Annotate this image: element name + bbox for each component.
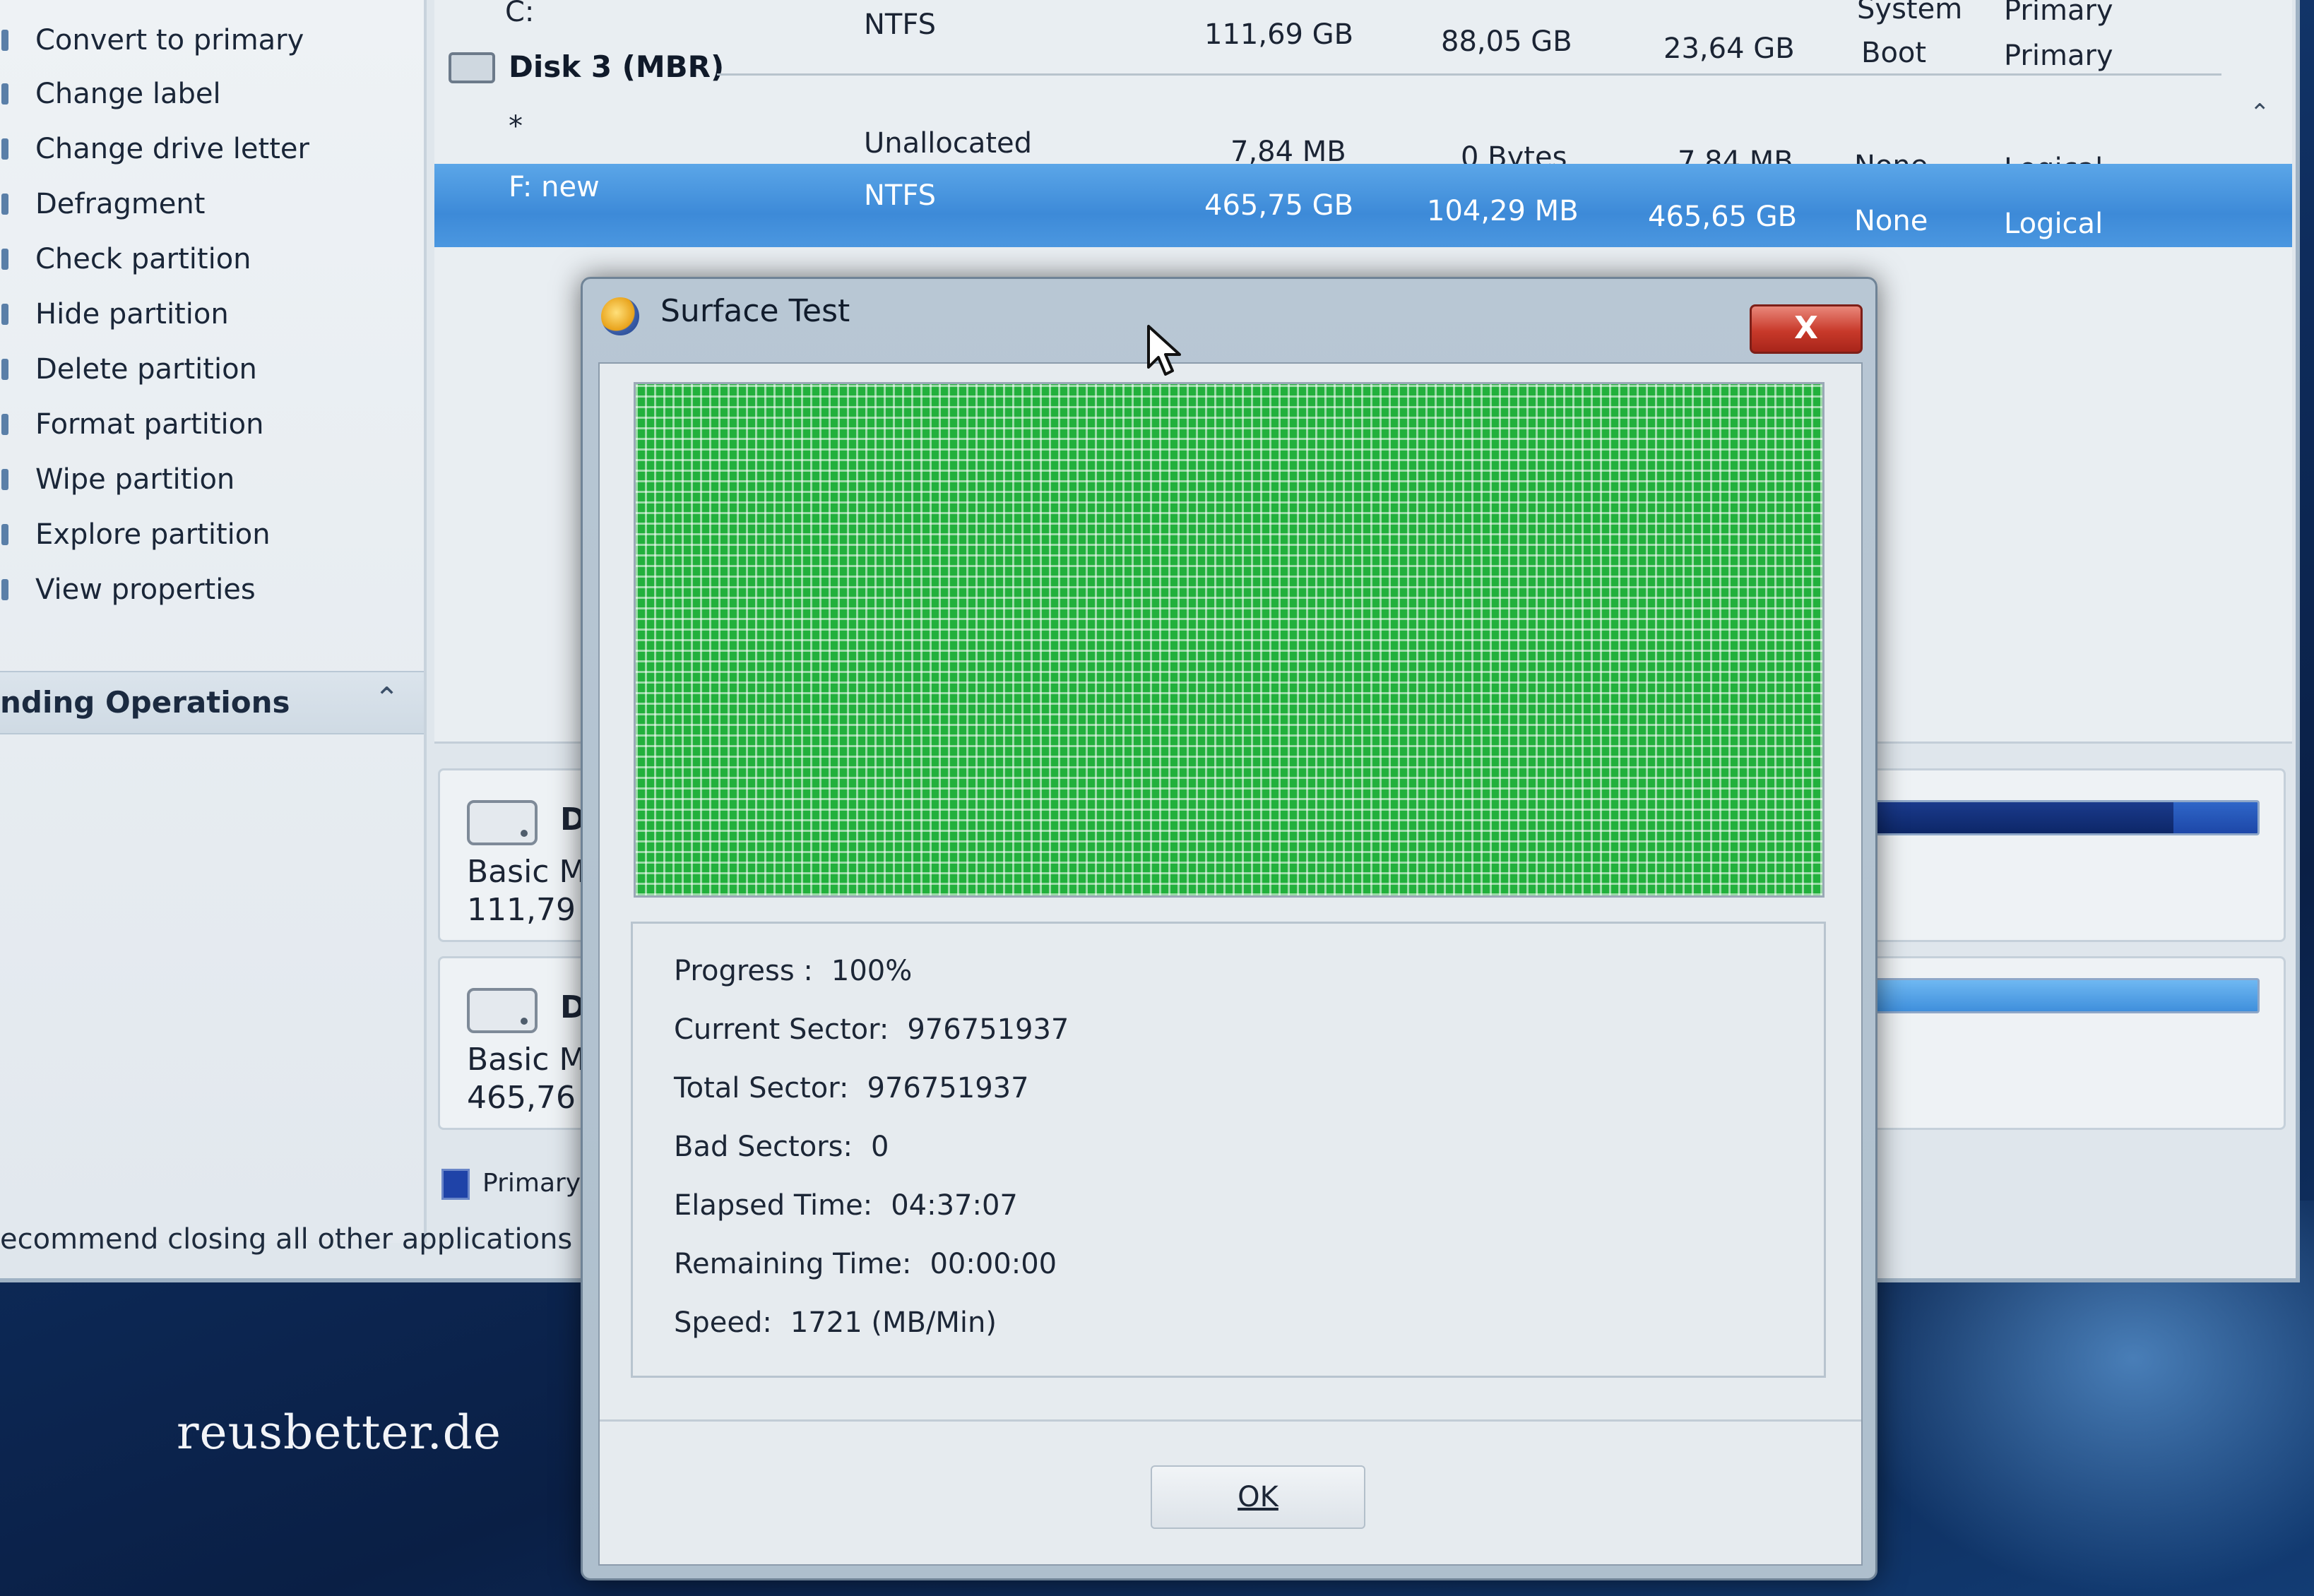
test-info-panel: Progress :100% Current Sector: 976751937 … [631,922,1826,1378]
unused: 23,64 GB [1663,32,1795,65]
total-sector-label: Total Sector: [674,1072,849,1104]
flag-partial: System [1857,0,1963,25]
total-sector-row: Total Sector: 976751937 [674,1072,1029,1104]
disk-separator [717,73,2221,76]
disk-3-label[interactable]: Disk 3 (MBR) [509,49,724,84]
ok-button[interactable]: OK [1151,1465,1365,1529]
sidebar-item-delete-partition[interactable]: Delete partition [1,345,257,394]
remaining-time-row: Remaining Time: 00:00:00 [674,1248,1057,1280]
sidebar-item-format-partition[interactable]: Format partition [1,400,263,449]
sidebar-item-view-properties[interactable]: View properties [1,565,256,614]
bad-sectors-row: Bad Sectors: 0 [674,1131,889,1163]
remaining-time-value: 00:00:00 [930,1248,1057,1280]
sidebar-item-wipe-partition[interactable]: Wipe partition [1,455,235,504]
sidebar-item-check-partition[interactable]: Check partition [1,234,251,284]
elapsed-time-value: 04:37:07 [891,1189,1018,1222]
dialog-separator [600,1419,1861,1422]
sidebar-item-explore-partition[interactable]: Explore partition [1,510,271,559]
type-partial: Primary [2004,0,2113,27]
sidebar-item-hide-partition[interactable]: Hide partition [1,290,229,339]
flag: Boot [1861,37,1927,69]
progress-label: Progress : [674,955,813,987]
current-sector-label: Current Sector: [674,1013,889,1046]
partition-name: F: new [509,171,600,203]
elapsed-time-row: Elapsed Time: 04:37:07 [674,1189,1018,1222]
used: 104,29 MB [1427,195,1579,227]
speed-value: 1721 (MB/Min) [790,1306,997,1339]
partition-name: C: [505,0,535,28]
file-system: Unallocated [864,127,1033,160]
mouse-pointer-icon [1147,325,1181,376]
partition-name: * [509,110,523,143]
sector-map-grid [634,382,1825,898]
total-sector-value: 976751937 [867,1072,1029,1104]
watermark-text: reusbetter.de [177,1405,502,1460]
hard-disk-icon [467,800,538,845]
disk-usage-bar[interactable] [1874,978,2260,1013]
legend: Primary [441,1169,581,1200]
sidebar-item-convert-to-primary[interactable]: Convert to primary [1,16,304,65]
type: Logical [2004,208,2104,240]
scroll-up-icon[interactable]: ⌃ [2250,99,2270,127]
surface-test-dialog: Surface Test X Progress : 100% Current Se… [581,277,1877,1580]
speed-row: Speed: 1721 (MB/Min) [674,1306,997,1339]
remaining-time-label: Remaining Time: [674,1248,912,1280]
close-button[interactable]: X [1750,304,1863,354]
disk-size: 111,79 [467,892,576,928]
current-sector-row: Current Sector: 976751937 [674,1013,1069,1046]
current-sector-value: 976751937 [907,1013,1069,1046]
used: 88,05 GB [1441,25,1572,58]
sidebar-item-change-label[interactable]: Change label [1,69,221,119]
bad-sectors-value: 0 [870,1131,889,1163]
unused: 465,65 GB [1648,201,1798,233]
disk-size: 465,76 [467,1080,576,1116]
hard-disk-icon [467,988,538,1033]
progress-row: Progress : 100% [674,955,912,987]
legend-primary-label: Primary [482,1169,581,1198]
speed-label: Speed: [674,1306,772,1339]
disk-usage-fill [1876,802,2174,833]
progress-value: 100% [831,955,913,987]
dialog-title: Surface Test [660,293,850,329]
status-bar-text: ecommend closing all other applications … [0,1223,586,1256]
collapse-chevron-icon[interactable]: ⌃ [374,681,399,715]
pending-operations-header[interactable]: nding Operations ⌃ [0,671,424,734]
elapsed-time-label: Elapsed Time: [674,1189,873,1222]
type: Primary [2004,40,2113,72]
file-system: NTFS [864,8,937,41]
sidebar-item-defragment[interactable]: Defragment [1,179,205,229]
flag: None [1854,205,1928,237]
disk-usage-bar[interactable] [1874,800,2260,835]
legend-primary-swatch [441,1169,470,1200]
dialog-body: Progress :100% Current Sector: 976751937 … [598,362,1863,1566]
capacity: 465,75 GB [1204,189,1354,222]
file-system: NTFS [864,179,937,212]
disk-icon [449,52,495,83]
capacity: 111,69 GB [1204,18,1354,51]
table-row-selected[interactable]: F: new NTFS 465,75 GB 104,29 MB 465,65 G… [434,164,2292,247]
sidebar-item-change-drive-letter[interactable]: Change drive letter [1,124,309,174]
pending-operations-title: nding Operations [0,685,290,720]
sidebar: Convert to primary Change label Change d… [0,0,427,1243]
bad-sectors-label: Bad Sectors: [674,1131,853,1163]
app-icon [601,297,639,335]
